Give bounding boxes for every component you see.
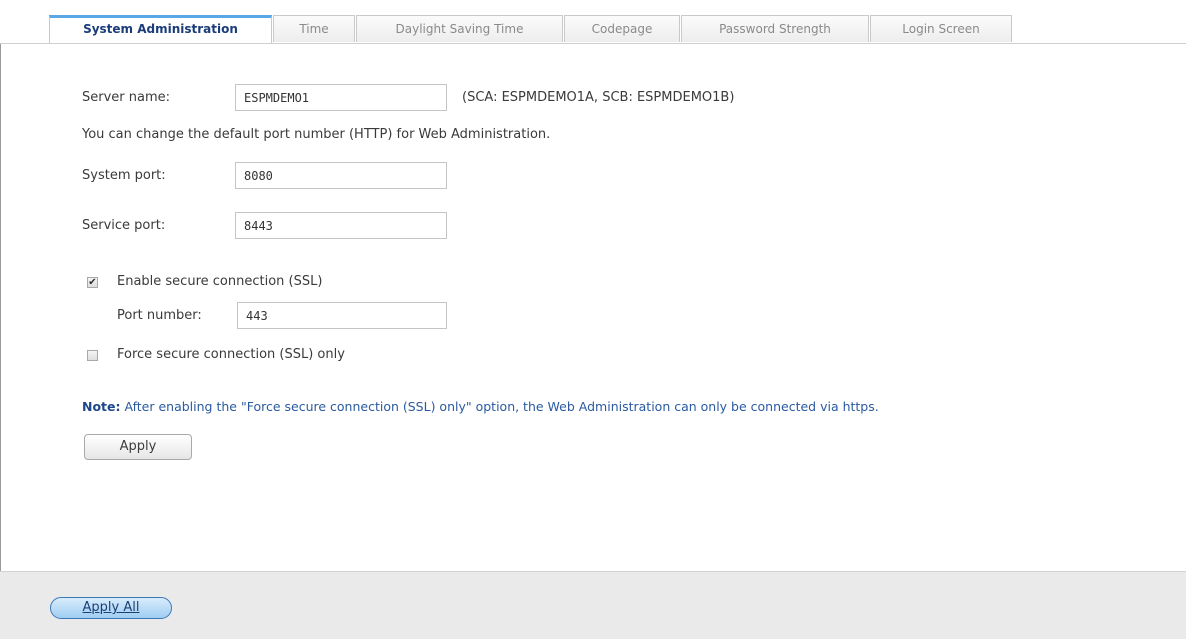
- ssl-checkbox[interactable]: ✔: [87, 277, 98, 288]
- apply-button[interactable]: Apply: [84, 434, 192, 460]
- server-name-input[interactable]: [235, 84, 447, 111]
- checkmark-icon: ✔: [88, 277, 97, 288]
- system-port-input[interactable]: [235, 162, 447, 189]
- tab-codepage[interactable]: Codepage: [564, 15, 680, 42]
- tab-time[interactable]: Time: [273, 15, 355, 42]
- server-name-hint: (SCA: ESPMDEMO1A, SCB: ESPMDEMO1B): [462, 90, 735, 105]
- note-body: After enabling the "Force secure connect…: [120, 399, 879, 414]
- ssl-port-input[interactable]: [237, 302, 447, 329]
- port-info-text: You can change the default port number (…: [82, 127, 551, 142]
- apply-all-button[interactable]: Apply All: [50, 597, 172, 619]
- force-ssl-checkbox[interactable]: [87, 350, 98, 361]
- note-text: Note: After enabling the "Force secure c…: [82, 399, 879, 414]
- server-name-label: Server name:: [82, 90, 171, 105]
- ssl-label: Enable secure connection (SSL): [117, 274, 323, 289]
- tab-bar: System Administration Time Daylight Savi…: [0, 0, 1186, 44]
- bottom-bar: Apply All: [0, 571, 1186, 639]
- system-port-label: System port:: [82, 168, 166, 183]
- tab-login-screen[interactable]: Login Screen: [870, 15, 1012, 42]
- note-prefix: Note:: [82, 399, 121, 414]
- tab-system-administration[interactable]: System Administration: [49, 15, 272, 43]
- service-port-input[interactable]: [235, 212, 447, 239]
- service-port-label: Service port:: [82, 218, 166, 233]
- ssl-port-label: Port number:: [117, 308, 202, 323]
- tab-list: System Administration Time Daylight Savi…: [49, 15, 1013, 43]
- tab-password-strength[interactable]: Password Strength: [681, 15, 869, 42]
- tab-daylight-saving-time[interactable]: Daylight Saving Time: [356, 15, 563, 42]
- force-ssl-label: Force secure connection (SSL) only: [117, 347, 345, 362]
